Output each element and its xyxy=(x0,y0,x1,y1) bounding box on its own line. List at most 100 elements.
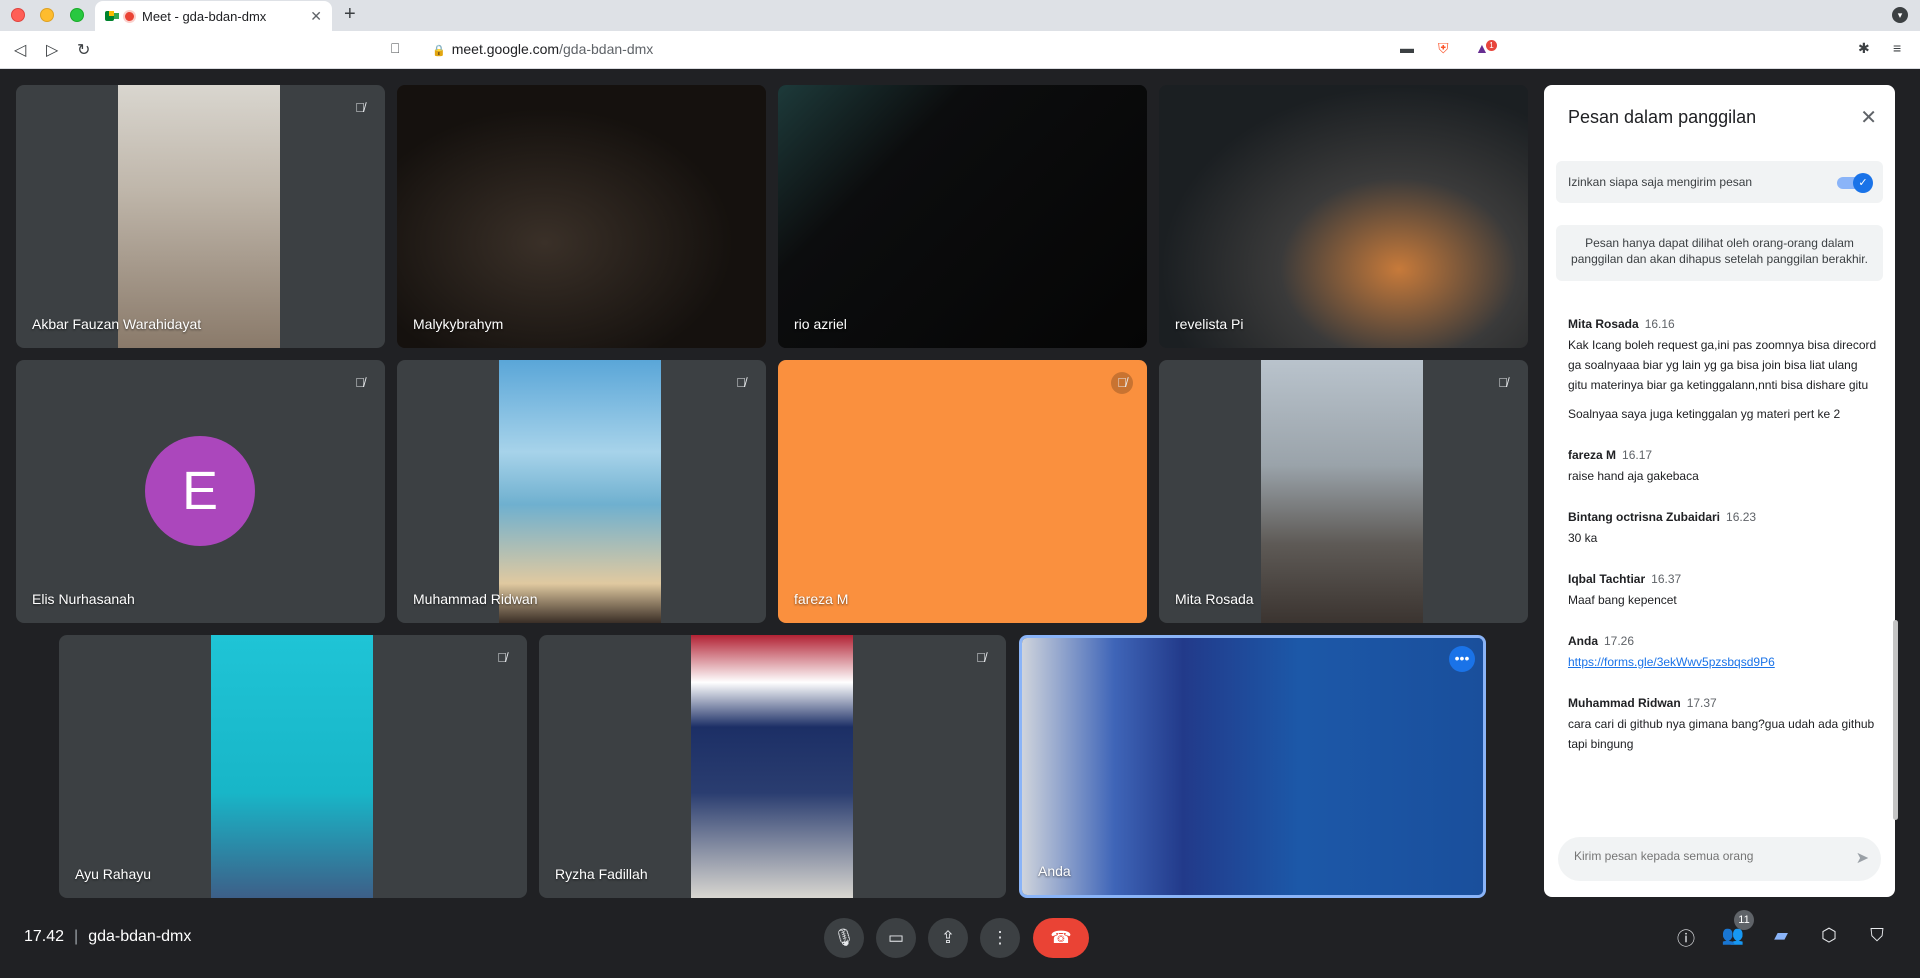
message-sender: Bintang octrisna Zubaidari xyxy=(1568,510,1721,524)
participant-name: Elis Nurhasanah xyxy=(32,591,135,607)
menu-icon[interactable]: ≡ xyxy=(1893,40,1901,56)
close-window-button[interactable] xyxy=(11,8,25,22)
tab-bar: Meet - gda-bdan-dmx ✕ + ▾ xyxy=(0,0,1920,31)
message-time: 16.23 xyxy=(1726,510,1757,524)
camera-icon: ▭ xyxy=(887,928,905,947)
participant-tile[interactable]: rio azriel xyxy=(778,85,1147,348)
message-text: 30 ka xyxy=(1568,531,1598,545)
video-feed xyxy=(499,360,661,623)
meeting-code: gda-bdan-dmx xyxy=(88,928,192,945)
participant-tile[interactable]: E 🎙̸ Elis Nurhasanah xyxy=(16,360,385,623)
message-sender: Iqbal Tachtiar xyxy=(1568,572,1646,586)
participant-tile[interactable]: 🎙̸ Mita Rosada xyxy=(1159,360,1528,623)
separator: | xyxy=(74,928,79,945)
camera-permission-icon[interactable]: ▬ xyxy=(1400,40,1414,56)
back-icon[interactable]: ◁ xyxy=(14,40,26,60)
message: Muhammad Ridwan 17.37 cara cari di github… xyxy=(1568,694,1878,754)
camera-button[interactable]: ▭ xyxy=(876,918,916,958)
brave-shield-icon[interactable]: ⛨ xyxy=(1438,40,1449,57)
participant-name: Malykybrahym xyxy=(413,316,504,332)
message-sender: Muhammad Ridwan xyxy=(1568,696,1681,710)
message-link[interactable]: https://forms.gle/3ekWwv5pzsbqsd9P6 xyxy=(1568,652,1878,672)
participant-tile[interactable]: 🎙̸ Akbar Fauzan Warahidayat xyxy=(16,85,385,348)
meeting-info: 17.42 | gda-bdan-dmx xyxy=(24,928,191,946)
participant-tile[interactable]: 🎙̸ Muhammad Ridwan xyxy=(397,360,766,623)
mic-off-icon: 🎙̸ xyxy=(976,650,986,665)
lock-icon: 🔒 xyxy=(432,45,446,57)
message-text: Maaf bang kepencet xyxy=(1568,593,1677,607)
video-feed xyxy=(211,635,373,898)
extensions-icon[interactable]: ✱ xyxy=(1858,40,1870,57)
present-button[interactable]: ⇪ xyxy=(928,918,968,958)
microphone-button[interactable]: 🎙 xyxy=(824,918,864,958)
tab-search-icon[interactable]: ▾ xyxy=(1892,7,1908,23)
message-time: 16.17 xyxy=(1622,448,1653,462)
participant-tile[interactable]: revelista Pi xyxy=(1159,85,1528,348)
url-path: /gda-bdan-dmx xyxy=(559,41,654,57)
maximize-window-button[interactable] xyxy=(70,8,84,22)
send-icon[interactable]: ➤ xyxy=(1856,848,1869,868)
allow-messages-row: Izinkan siapa saja mengirim pesan ✓ xyxy=(1556,161,1883,203)
allow-messages-toggle[interactable]: ✓ xyxy=(1837,173,1873,193)
tab-title: Meet - gda-bdan-dmx xyxy=(142,8,267,24)
present-screen-icon: ⇪ xyxy=(940,928,956,947)
message-time: 17.37 xyxy=(1686,696,1717,710)
host-controls-icon[interactable]: ⛉ xyxy=(1864,925,1890,946)
chat-icon[interactable]: ▰ xyxy=(1768,925,1794,946)
message-sender: Mita Rosada xyxy=(1568,317,1639,331)
recording-indicator-icon xyxy=(125,11,134,21)
participant-name: rio azriel xyxy=(794,316,847,332)
reload-icon[interactable]: ↻ xyxy=(77,40,90,60)
forward-icon[interactable]: ▷ xyxy=(46,40,58,60)
avatar: E xyxy=(145,436,255,546)
microphone-icon: 🎙 xyxy=(833,928,855,947)
chat-panel: Pesan dalam panggilan ✕ Izinkan siapa sa… xyxy=(1544,85,1895,897)
video-feed xyxy=(778,85,1147,348)
minimize-window-button[interactable] xyxy=(40,8,54,22)
end-call-icon: ☎ xyxy=(1050,928,1072,947)
toggle-label: Izinkan siapa saja mengirim pesan xyxy=(1568,175,1753,189)
new-tab-button[interactable]: + xyxy=(344,3,356,26)
video-feed xyxy=(1261,360,1423,623)
chat-scrollbar[interactable] xyxy=(1893,620,1898,820)
video-feed xyxy=(118,85,280,348)
url-field[interactable]: 🔒 meet.google.com/gda-bdan-dmx xyxy=(432,41,653,57)
mic-off-icon: 🎙̸ xyxy=(1111,372,1133,394)
mic-off-icon: 🎙̸ xyxy=(736,375,746,390)
participant-tile[interactable]: 🎙̸ Ayu Rahayu xyxy=(59,635,527,898)
more-options-icon[interactable]: ••• xyxy=(1449,646,1475,672)
video-feed xyxy=(1022,638,1483,895)
message-text: raise hand aja gakebaca xyxy=(1568,469,1699,483)
more-options-button[interactable]: ⋮ xyxy=(980,918,1020,958)
message: fareza M 16.17 raise hand aja gakebaca xyxy=(1568,446,1878,486)
message-time: 16.16 xyxy=(1644,317,1675,331)
message: Bintang octrisna Zubaidari 16.23 30 ka xyxy=(1568,508,1878,548)
message-text: Soalnyaa saya juga ketinggalan yg materi… xyxy=(1568,407,1841,421)
participant-name: Mita Rosada xyxy=(1175,591,1254,607)
message: Iqbal Tachtiar 16.37 Maaf bang kepencet xyxy=(1568,570,1878,610)
tab-close-icon[interactable]: ✕ xyxy=(310,8,322,25)
message: Anda 17.26 https://forms.gle/3ekWwv5pzsbq… xyxy=(1568,632,1878,672)
mic-off-icon: 🎙̸ xyxy=(1498,375,1508,390)
video-feed xyxy=(1159,85,1528,348)
chat-title: Pesan dalam panggilan xyxy=(1568,107,1757,127)
meeting-time: 17.42 xyxy=(24,928,65,945)
chat-input[interactable] xyxy=(1574,849,1834,863)
participant-count-badge: 11 xyxy=(1734,910,1754,930)
bookmark-icon[interactable]: ⎕ xyxy=(391,40,399,57)
participant-tile[interactable]: Malykybrahym xyxy=(397,85,766,348)
mic-off-icon: 🎙̸ xyxy=(497,650,507,665)
close-icon[interactable]: ✕ xyxy=(1860,105,1877,130)
info-icon[interactable]: ⓘ xyxy=(1673,925,1699,951)
participant-tile[interactable]: 🎙̸ Ryzha Fadillah xyxy=(539,635,1006,898)
participant-tile[interactable]: 🎙̸ fareza M xyxy=(778,360,1147,623)
participant-name: Akbar Fauzan Warahidayat xyxy=(32,316,202,332)
end-call-button[interactable]: ☎ xyxy=(1033,918,1089,958)
activities-icon[interactable]: ⬡ xyxy=(1816,925,1842,946)
browser-tab[interactable]: Meet - gda-bdan-dmx ✕ xyxy=(95,1,332,31)
participant-name: fareza M xyxy=(794,591,849,607)
message-list: Mita Rosada 16.16 Kak Icang boleh request… xyxy=(1568,315,1878,776)
extension-badge: 1 xyxy=(1486,40,1497,51)
message-time: 17.26 xyxy=(1604,634,1635,648)
self-tile[interactable]: ••• Anda xyxy=(1019,635,1486,898)
